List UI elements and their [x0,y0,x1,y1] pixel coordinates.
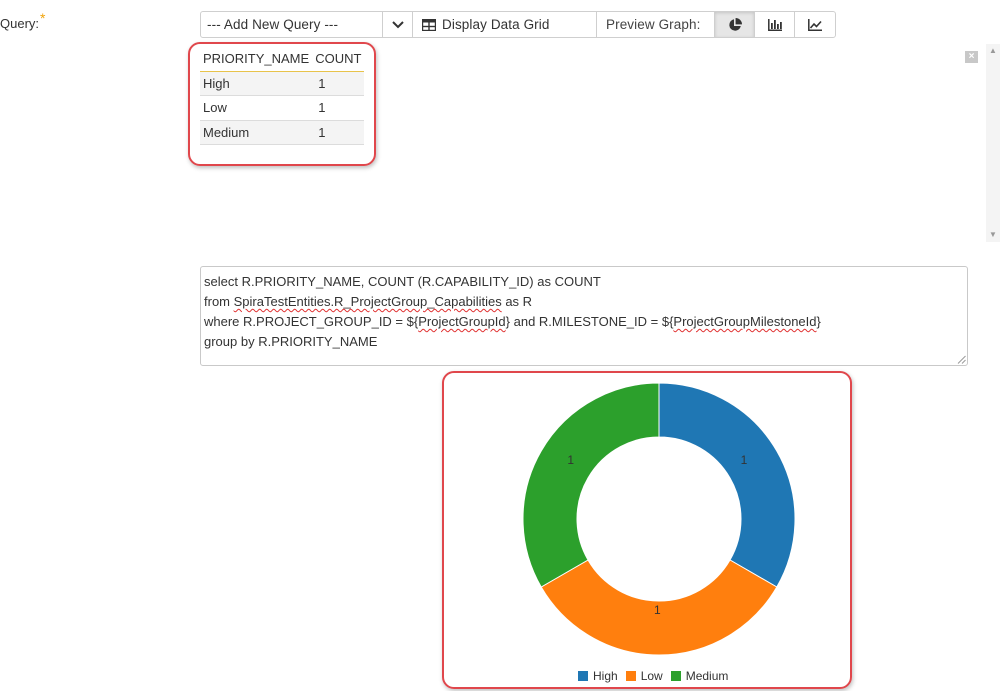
legend-item-low[interactable]: Low [625,669,663,683]
chart-highlight [442,371,852,689]
legend-item-high[interactable]: High [578,669,618,683]
legend-swatch [578,671,588,681]
legend-label: Medium [685,669,729,683]
legend-label: Low [640,669,663,683]
legend-swatch [625,671,636,681]
legend-label: High [593,669,618,683]
legend-item-medium[interactable]: Medium [670,669,729,683]
chart-legend: High Low Medium [578,669,736,683]
legend-swatch [670,671,681,681]
